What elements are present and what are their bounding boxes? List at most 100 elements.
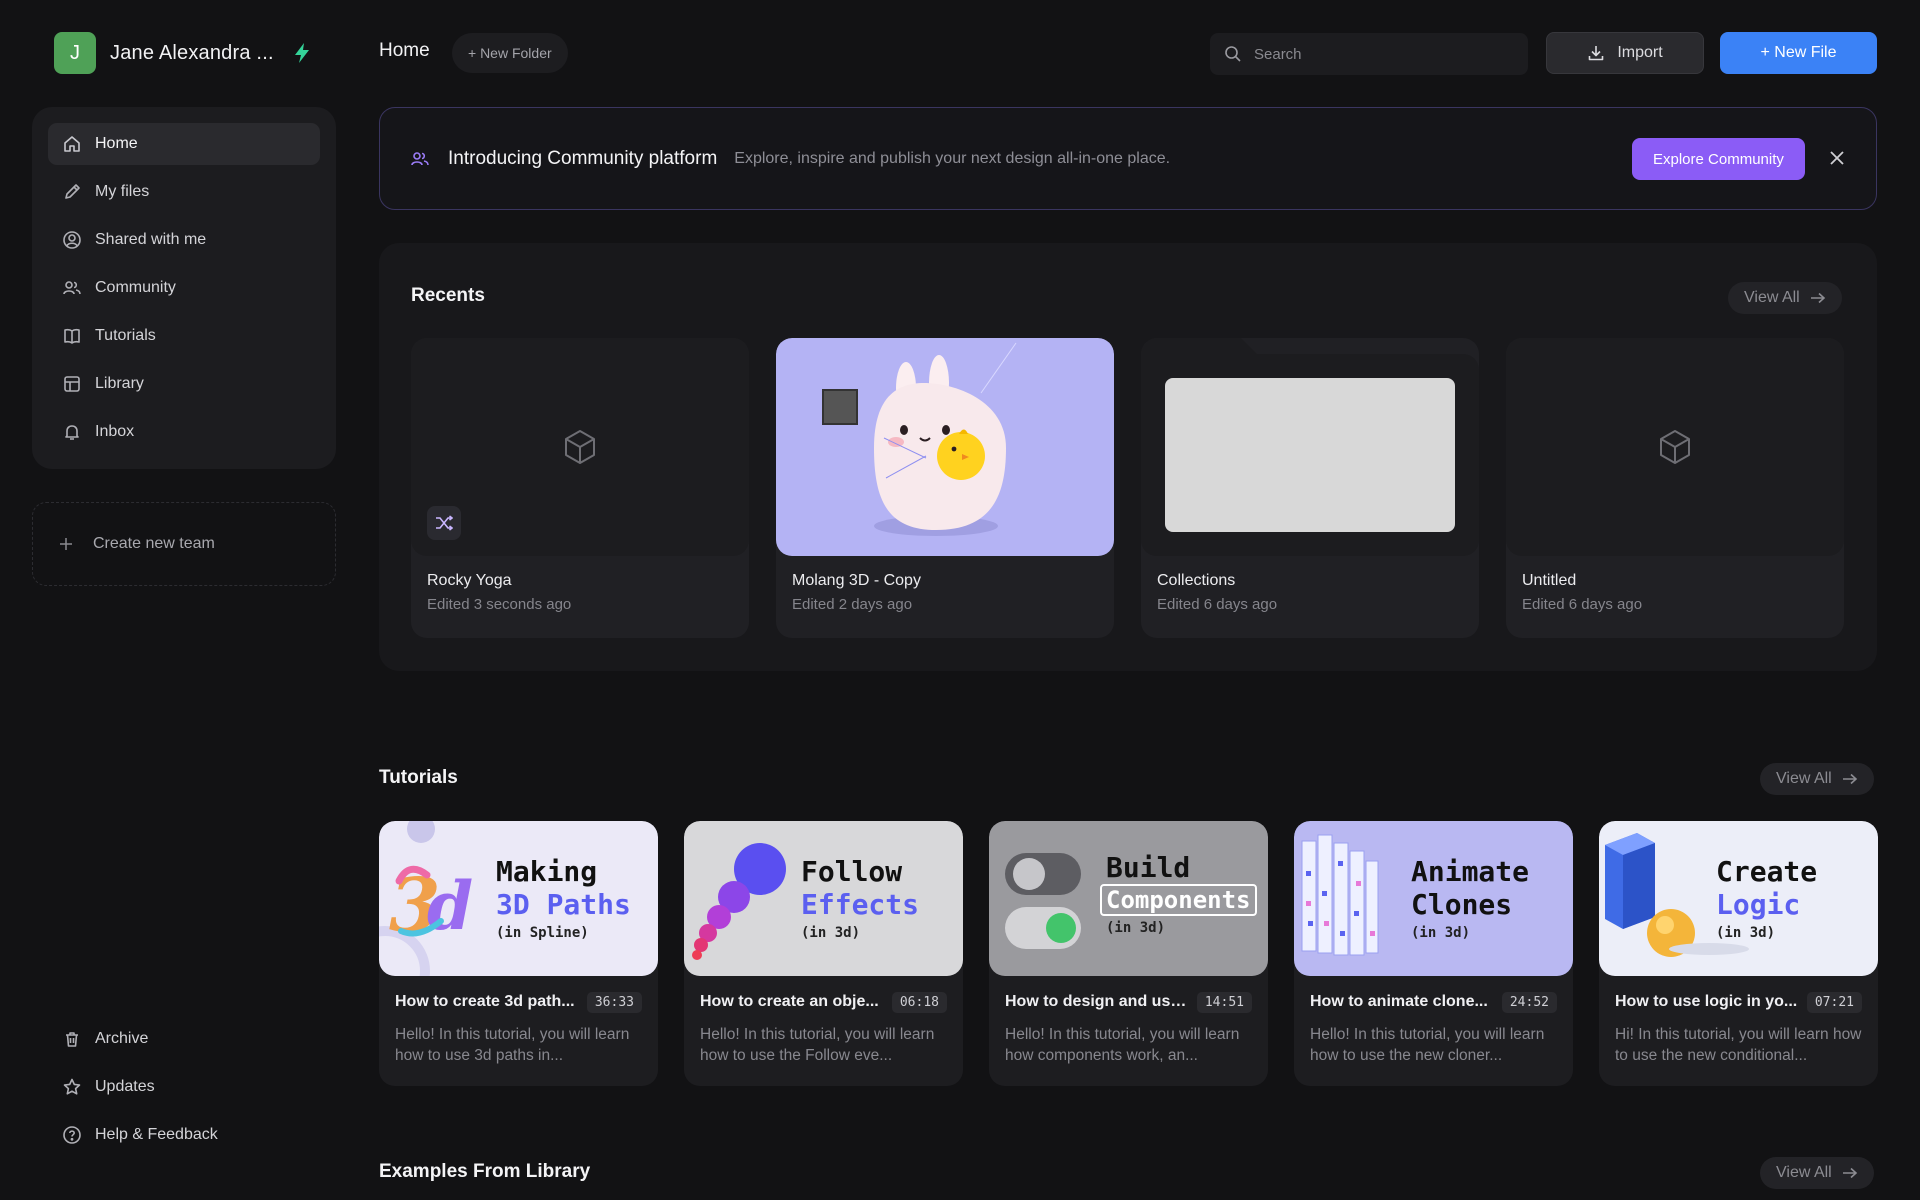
- thumb-note: (in 3d): [1106, 920, 1166, 936]
- thumb-subtitle: 3D Paths: [496, 888, 631, 921]
- file-card[interactable]: Molang 3D - Copy Edited 2 days ago: [776, 338, 1114, 638]
- sidebar-item-help[interactable]: Help & Feedback: [48, 1114, 336, 1156]
- search-bar[interactable]: [1210, 33, 1528, 75]
- new-folder-button[interactable]: + New Folder: [452, 33, 568, 73]
- search-icon: [1224, 45, 1242, 63]
- tutorial-thumbnail[interactable]: Animate Clones (in 3d): [1294, 821, 1573, 976]
- recents-section: Recents View All Rocky Yoga Edited 3 sec…: [379, 243, 1877, 671]
- arrow-right-icon: [1842, 1167, 1858, 1179]
- community-banner: Introducing Community platform Explore, …: [379, 107, 1877, 210]
- sidebar-item-label: Help & Feedback: [95, 1126, 218, 1143]
- import-label: Import: [1617, 44, 1663, 61]
- user-menu[interactable]: J Jane Alexandra ...: [54, 32, 310, 74]
- file-name: Collections: [1157, 572, 1236, 589]
- avatar[interactable]: J: [54, 32, 96, 74]
- sidebar-item-label: Updates: [95, 1078, 155, 1095]
- folder-thumbnail[interactable]: [1141, 338, 1479, 556]
- examples-title: Examples From Library: [379, 1161, 591, 1182]
- sidebar-item-inbox[interactable]: Inbox: [48, 411, 320, 453]
- users-icon: [62, 278, 82, 298]
- new-file-button[interactable]: + New File: [1720, 32, 1877, 74]
- file-card[interactable]: Collections Edited 6 days ago: [1141, 338, 1479, 638]
- file-thumbnail[interactable]: [776, 338, 1114, 556]
- examples-view-all-button[interactable]: View All: [1760, 1157, 1874, 1189]
- import-button[interactable]: Import: [1546, 32, 1704, 74]
- tutorial-description: Hello! In this tutorial, you will learn …: [1005, 1026, 1240, 1064]
- sidebar-item-my-files[interactable]: My files: [48, 171, 320, 213]
- tutorial-thumbnail[interactable]: Create Logic (in 3d): [1599, 821, 1878, 976]
- tutorial-duration: 07:21: [1806, 992, 1862, 1013]
- tutorials-title: Tutorials: [379, 767, 458, 788]
- tutorial-card[interactable]: Create Logic (in 3d) How to use logic in…: [1599, 821, 1878, 1086]
- view-all-label: View All: [1744, 289, 1800, 306]
- recents-view-all-button[interactable]: View All: [1728, 282, 1842, 314]
- thumb-subtitle: Components: [1100, 884, 1257, 916]
- close-icon[interactable]: [1828, 149, 1846, 167]
- bottom-nav: Archive Updates Help & Feedback: [48, 1018, 336, 1162]
- search-input[interactable]: [1254, 45, 1504, 63]
- tutorial-name: How to animate clone...: [1310, 993, 1488, 1010]
- folder-icon: [1141, 338, 1479, 556]
- bolt-icon[interactable]: [294, 43, 310, 63]
- sidebar-item-tutorials[interactable]: Tutorials: [48, 315, 320, 357]
- sidebar: J Jane Alexandra ... Home My files Share…: [0, 0, 370, 1200]
- thumb-subtitle: Effects: [801, 888, 920, 921]
- thumb-subtitle: Logic: [1716, 888, 1801, 921]
- sidebar-item-label: Community: [95, 279, 176, 296]
- trash-icon: [62, 1029, 82, 1049]
- tutorial-card[interactable]: 3 d Making 3D Paths (in Spline) How to c…: [379, 821, 658, 1086]
- arrow-right-icon: [1810, 292, 1826, 304]
- sidebar-item-home[interactable]: Home: [48, 123, 320, 165]
- cube-icon: [563, 429, 597, 465]
- file-name: Rocky Yoga: [427, 572, 512, 589]
- explore-community-button[interactable]: Explore Community: [1632, 138, 1805, 180]
- tutorial-duration: 06:18: [891, 992, 947, 1013]
- sidebar-item-library[interactable]: Library: [48, 363, 320, 405]
- molang-illustration: [822, 342, 1017, 536]
- tutorial-description: Hi! In this tutorial, you will learn how…: [1615, 1026, 1862, 1064]
- file-thumbnail[interactable]: [1506, 338, 1844, 556]
- tutorial-thumbnail[interactable]: 3 d Making 3D Paths (in Spline): [379, 821, 658, 976]
- thumb-subtitle: Clones: [1411, 888, 1513, 921]
- user-circle-icon: [62, 230, 82, 250]
- file-edited-time: Edited 6 days ago: [1522, 596, 1643, 613]
- main-nav: Home My files Shared with me Community T…: [32, 107, 336, 469]
- file-thumbnail[interactable]: [411, 338, 749, 556]
- view-all-label: View All: [1776, 1164, 1832, 1181]
- thumb-title: Create: [1716, 855, 1818, 888]
- sidebar-item-label: Home: [95, 135, 138, 152]
- tutorials-view-all-button[interactable]: View All: [1760, 763, 1874, 795]
- create-team-button[interactable]: Create new team: [32, 502, 336, 586]
- home-icon: [62, 134, 82, 154]
- file-card[interactable]: Untitled Edited 6 days ago: [1506, 338, 1844, 638]
- tutorial-thumbnail[interactable]: Follow Effects (in 3d): [684, 821, 963, 976]
- tutorial-duration: 36:33: [586, 992, 642, 1013]
- sidebar-item-label: My files: [95, 183, 150, 200]
- tutorial-duration: 14:51: [1196, 992, 1252, 1013]
- tutorial-card[interactable]: Animate Clones (in 3d) How to animate cl…: [1294, 821, 1573, 1086]
- shuffle-icon: [427, 506, 461, 540]
- tutorial-thumbnail[interactable]: Build Components (in 3d): [989, 821, 1268, 976]
- thumb-title: Animate: [1411, 855, 1530, 888]
- tutorial-name: How to create an obje...: [700, 993, 879, 1010]
- sidebar-item-updates[interactable]: Updates: [48, 1066, 336, 1108]
- recents-title: Recents: [411, 285, 485, 306]
- tutorial-card[interactable]: Build Components (in 3d) How to design a…: [989, 821, 1268, 1086]
- banner-title: Introducing Community platform: [448, 147, 718, 169]
- help-icon: [62, 1125, 82, 1145]
- sidebar-item-community[interactable]: Community: [48, 267, 320, 309]
- sidebar-item-shared[interactable]: Shared with me: [48, 219, 320, 261]
- thumb-note: (in 3d): [1411, 925, 1471, 941]
- file-name: Untitled: [1522, 572, 1577, 589]
- user-name[interactable]: Jane Alexandra ...: [110, 42, 274, 65]
- thumb-title: Follow: [801, 855, 903, 888]
- file-edited-time: Edited 3 seconds ago: [427, 596, 572, 613]
- pencil-icon: [62, 182, 82, 202]
- tutorial-description: Hello! In this tutorial, you will learn …: [395, 1026, 630, 1064]
- tutorial-card[interactable]: Follow Effects (in 3d) How to create an …: [684, 821, 963, 1086]
- file-card[interactable]: Rocky Yoga Edited 3 seconds ago: [411, 338, 749, 638]
- thumb-title: Build: [1106, 851, 1191, 884]
- plus-icon: [59, 537, 73, 551]
- tutorial-duration: 24:52: [1501, 992, 1557, 1013]
- sidebar-item-archive[interactable]: Archive: [48, 1018, 336, 1060]
